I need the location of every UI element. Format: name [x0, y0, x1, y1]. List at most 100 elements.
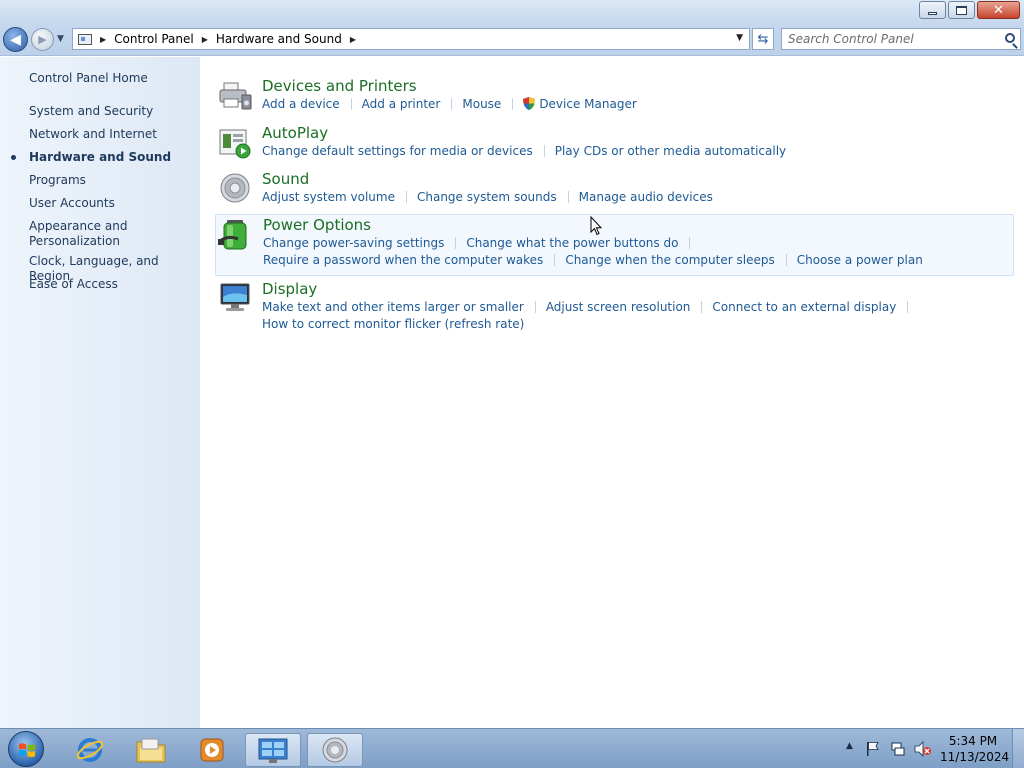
control-panel-icon	[258, 738, 288, 763]
sidebar-item-ease-of-access[interactable]: Ease of Access	[29, 277, 118, 292]
start-button[interactable]	[8, 731, 44, 767]
link-separator	[543, 145, 545, 157]
restore-icon	[956, 5, 967, 15]
refresh-icon: ⇆	[757, 31, 769, 47]
taskbar-internet-explorer[interactable]	[62, 733, 118, 767]
close-button[interactable]: ✕	[977, 1, 1020, 19]
folder-icon	[136, 738, 166, 763]
speaker-icon[interactable]	[218, 171, 252, 205]
network-icon[interactable]	[890, 741, 906, 757]
sidebar-item-programs[interactable]: Programs	[29, 173, 86, 188]
internet-explorer-icon	[76, 738, 104, 762]
category-title[interactable]: AutoPlay	[262, 124, 328, 142]
restore-button[interactable]	[948, 1, 975, 19]
show-desktop-button[interactable]	[1012, 729, 1024, 768]
category-title[interactable]: Display	[262, 280, 317, 298]
category-autoplay: AutoPlay Change default settings for med…	[215, 122, 1014, 166]
link-separator	[701, 301, 703, 313]
link-separator	[689, 237, 691, 249]
link-mouse[interactable]: Mouse	[462, 97, 501, 111]
media-player-icon	[200, 738, 224, 762]
refresh-button[interactable]: ⇆	[752, 28, 774, 50]
link-add-printer[interactable]: Add a printer	[362, 97, 441, 111]
taskbar-sound-window[interactable]	[307, 733, 363, 767]
link-separator	[534, 301, 536, 313]
printer-icon[interactable]	[218, 79, 252, 113]
shield-icon	[523, 97, 536, 110]
volume-muted-icon[interactable]	[914, 741, 932, 757]
search-box[interactable]	[781, 28, 1021, 50]
taskbar-media-player[interactable]	[184, 733, 240, 767]
speaker-icon	[322, 737, 348, 763]
selected-bullet-icon	[11, 155, 16, 160]
window-controls: ✕	[917, 1, 1020, 19]
system-clock[interactable]: 5:34 PM 11/13/2024	[940, 733, 1009, 765]
link-play-cds-automatically[interactable]: Play CDs or other media automatically	[555, 144, 786, 158]
autoplay-icon[interactable]	[218, 126, 252, 160]
link-change-default-settings[interactable]: Change default settings for media or dev…	[262, 144, 533, 158]
address-bar[interactable]: ▶ Control Panel ▶ Hardware and Sound ▶ ▼	[72, 28, 750, 50]
category-title[interactable]: Power Options	[263, 216, 371, 234]
category-title[interactable]: Sound	[262, 170, 309, 188]
category-links: How to correct monitor flicker (refresh …	[262, 317, 524, 331]
link-change-system-sounds[interactable]: Change system sounds	[417, 190, 557, 204]
category-links: Change power-saving settings Change what …	[263, 236, 700, 250]
sidebar-item-personalization[interactable]: Personalization	[29, 234, 120, 249]
taskbar-windows-explorer[interactable]	[123, 733, 179, 767]
forward-button[interactable]: ▶	[31, 28, 54, 51]
sidebar-item-hardware-and-sound[interactable]: Hardware and Sound	[29, 150, 171, 165]
category-title[interactable]: Devices and Printers	[262, 77, 417, 95]
category-links: Add a device Add a printer Mouse Device Man…	[262, 97, 637, 111]
link-require-password-on-wake[interactable]: Require a password when the computer wak…	[263, 253, 543, 267]
link-manage-audio-devices[interactable]: Manage audio devices	[579, 190, 713, 204]
category-links: Make text and other items larger or smal…	[262, 300, 918, 314]
breadcrumb-arrow-icon[interactable]: ▶	[350, 35, 356, 44]
category-links: Require a password when the computer wak…	[263, 253, 923, 267]
link-change-power-buttons[interactable]: Change what the power buttons do	[466, 236, 678, 250]
sidebar-item-system-and-security[interactable]: System and Security	[29, 104, 153, 119]
link-device-manager[interactable]: Device Manager	[539, 97, 636, 111]
action-center-flag-icon[interactable]	[866, 741, 880, 757]
breadcrumb-arrow-icon[interactable]: ▶	[100, 35, 106, 44]
show-hidden-icons-button[interactable]: ▲	[846, 741, 853, 751]
category-sound: Sound Adjust system volume Change system …	[215, 168, 1014, 212]
minimize-button[interactable]	[919, 1, 946, 19]
link-monitor-flicker[interactable]: How to correct monitor flicker (refresh …	[262, 317, 524, 331]
breadcrumb-control-panel[interactable]: Control Panel	[114, 32, 194, 46]
link-add-device[interactable]: Add a device	[262, 97, 340, 111]
search-icon[interactable]	[1005, 33, 1015, 43]
link-change-sleep-time[interactable]: Change when the computer sleeps	[565, 253, 774, 267]
link-adjust-screen-resolution[interactable]: Adjust screen resolution	[546, 300, 691, 314]
clock-time: 5:34 PM	[948, 734, 998, 748]
taskbar-control-panel[interactable]	[245, 733, 301, 767]
title-bar: ✕	[0, 0, 1024, 24]
category-power-options: Power Options Change power-saving settin…	[215, 214, 1014, 276]
link-separator	[785, 254, 787, 266]
navigation-bar: ◀ ▶ ▼ ▶ Control Panel ▶ Hardware and Sou…	[0, 24, 1024, 56]
search-input[interactable]	[788, 29, 998, 49]
breadcrumb-arrow-icon[interactable]: ▶	[202, 35, 208, 44]
link-separator	[907, 301, 909, 313]
link-change-power-saving-settings[interactable]: Change power-saving settings	[263, 236, 444, 250]
breadcrumb-hardware-and-sound[interactable]: Hardware and Sound	[216, 32, 342, 46]
back-button[interactable]: ◀	[3, 27, 28, 52]
back-arrow-icon: ◀	[10, 31, 21, 48]
link-adjust-system-volume[interactable]: Adjust system volume	[262, 190, 395, 204]
link-separator	[455, 237, 457, 249]
category-links: Change default settings for media or dev…	[262, 144, 786, 158]
sidebar-item-control-panel-home[interactable]: Control Panel Home	[29, 71, 148, 86]
address-dropdown-icon[interactable]: ▼	[736, 33, 743, 43]
recent-pages-button[interactable]: ▼	[57, 34, 64, 44]
category-devices-and-printers: Devices and Printers Add a device Add a p…	[215, 75, 1014, 119]
link-choose-power-plan[interactable]: Choose a power plan	[797, 253, 923, 267]
sidebar-item-network-and-internet[interactable]: Network and Internet	[29, 127, 157, 142]
sidebar-item-appearance[interactable]: Appearance and	[29, 219, 127, 234]
sidebar-item-user-accounts[interactable]: User Accounts	[29, 196, 115, 211]
link-separator	[567, 191, 569, 203]
link-separator	[350, 98, 352, 110]
monitor-icon[interactable]	[218, 281, 252, 315]
link-connect-external-display[interactable]: Connect to an external display	[712, 300, 896, 314]
battery-icon[interactable]	[218, 217, 252, 251]
link-make-text-larger[interactable]: Make text and other items larger or smal…	[262, 300, 524, 314]
mouse-cursor-icon	[590, 216, 602, 236]
